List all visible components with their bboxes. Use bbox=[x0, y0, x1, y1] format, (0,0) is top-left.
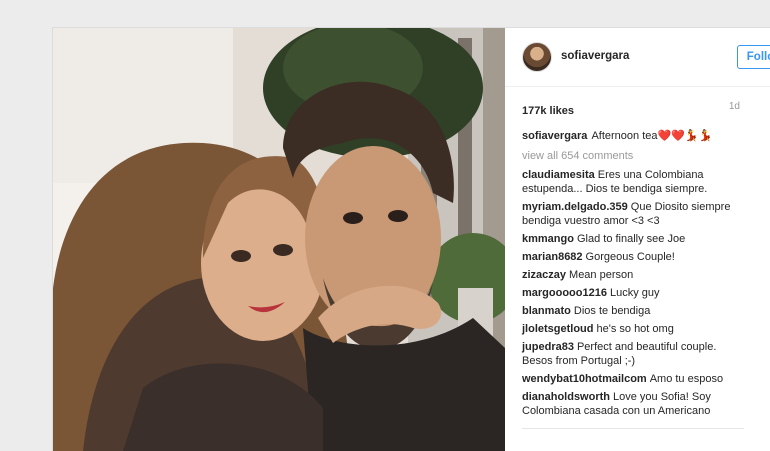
comment-text: Gorgeous Couple! bbox=[585, 251, 675, 263]
comment-item: jloletsgetloud he's so hot omg bbox=[522, 322, 744, 336]
likes-row: 177k likes 1d bbox=[522, 101, 740, 119]
caption-username[interactable]: sofiavergara bbox=[522, 130, 587, 142]
comment-text: Glad to finally see Joe bbox=[576, 233, 686, 245]
comment-username[interactable]: jloletsgetloud bbox=[522, 323, 594, 335]
comment-username[interactable]: dianaholdsworth bbox=[522, 391, 610, 403]
comment-text: Amo tu esposo bbox=[649, 373, 724, 385]
comment-text: he's so hot omg bbox=[596, 323, 674, 335]
comment-username[interactable]: myriam.delgado.359 bbox=[522, 201, 628, 213]
comment-username[interactable]: margooooo1216 bbox=[522, 287, 607, 299]
username-link[interactable]: sofiavergara bbox=[561, 50, 629, 62]
avatar[interactable] bbox=[522, 42, 552, 72]
comment-text: Dios te bendiga bbox=[573, 305, 651, 317]
comment-item: claudiamesita Eres una Colombiana estupen… bbox=[522, 168, 744, 196]
post-card: sofiavergara Follow 177k likes 1d sofiav… bbox=[52, 27, 770, 451]
post-age[interactable]: 1d bbox=[729, 101, 740, 112]
comment-item: jupedra83 Perfect and beautiful couple. B… bbox=[522, 340, 744, 368]
view-all-comments-link[interactable]: view all 654 comments bbox=[522, 150, 633, 162]
comment-item: wendybat10hotmailcom Amo tu esposo bbox=[522, 372, 744, 386]
comment-item: blanmato Dios te bendiga bbox=[522, 304, 744, 318]
post-header: sofiavergara Follow bbox=[505, 28, 770, 87]
comments-divider bbox=[522, 428, 744, 429]
comment-item: margooooo1216 Lucky guy bbox=[522, 286, 744, 300]
comment-username[interactable]: jupedra83 bbox=[522, 341, 574, 353]
comments-list: claudiamesita Eres una Colombiana estupen… bbox=[522, 168, 744, 422]
comment-username[interactable]: wendybat10hotmailcom bbox=[522, 373, 647, 385]
comments-fade bbox=[505, 420, 770, 428]
follow-button[interactable]: Follow bbox=[737, 45, 770, 69]
comment-username[interactable]: kmmango bbox=[522, 233, 574, 245]
comment-text: Lucky guy bbox=[609, 287, 660, 299]
comment-item: zizaczay Mean person bbox=[522, 268, 744, 282]
comment-username[interactable]: zizaczay bbox=[522, 269, 566, 281]
comment-text: Mean person bbox=[569, 269, 634, 281]
post-photo-image bbox=[53, 28, 505, 451]
comment-username[interactable]: marian8682 bbox=[522, 251, 583, 263]
comment-item: kmmango Glad to finally see Joe bbox=[522, 232, 744, 246]
post-photo[interactable] bbox=[53, 28, 505, 451]
comment-item: marian8682 Gorgeous Couple! bbox=[522, 250, 744, 264]
comment-username[interactable]: blanmato bbox=[522, 305, 571, 317]
post-sidebar: sofiavergara Follow 177k likes 1d sofiav… bbox=[505, 28, 770, 451]
comment-item: myriam.delgado.359 Que Diosito siempre be… bbox=[522, 200, 744, 228]
comment-item: dianaholdsworth Love you Sofia! Soy Colom… bbox=[522, 390, 744, 418]
caption: sofiavergara Afternoon tea❤️❤️💃💃 bbox=[522, 129, 742, 143]
likes-count[interactable]: 177k likes bbox=[522, 105, 574, 117]
comment-username[interactable]: claudiamesita bbox=[522, 169, 595, 181]
caption-text: Afternoon tea❤️❤️💃💃 bbox=[591, 130, 713, 142]
